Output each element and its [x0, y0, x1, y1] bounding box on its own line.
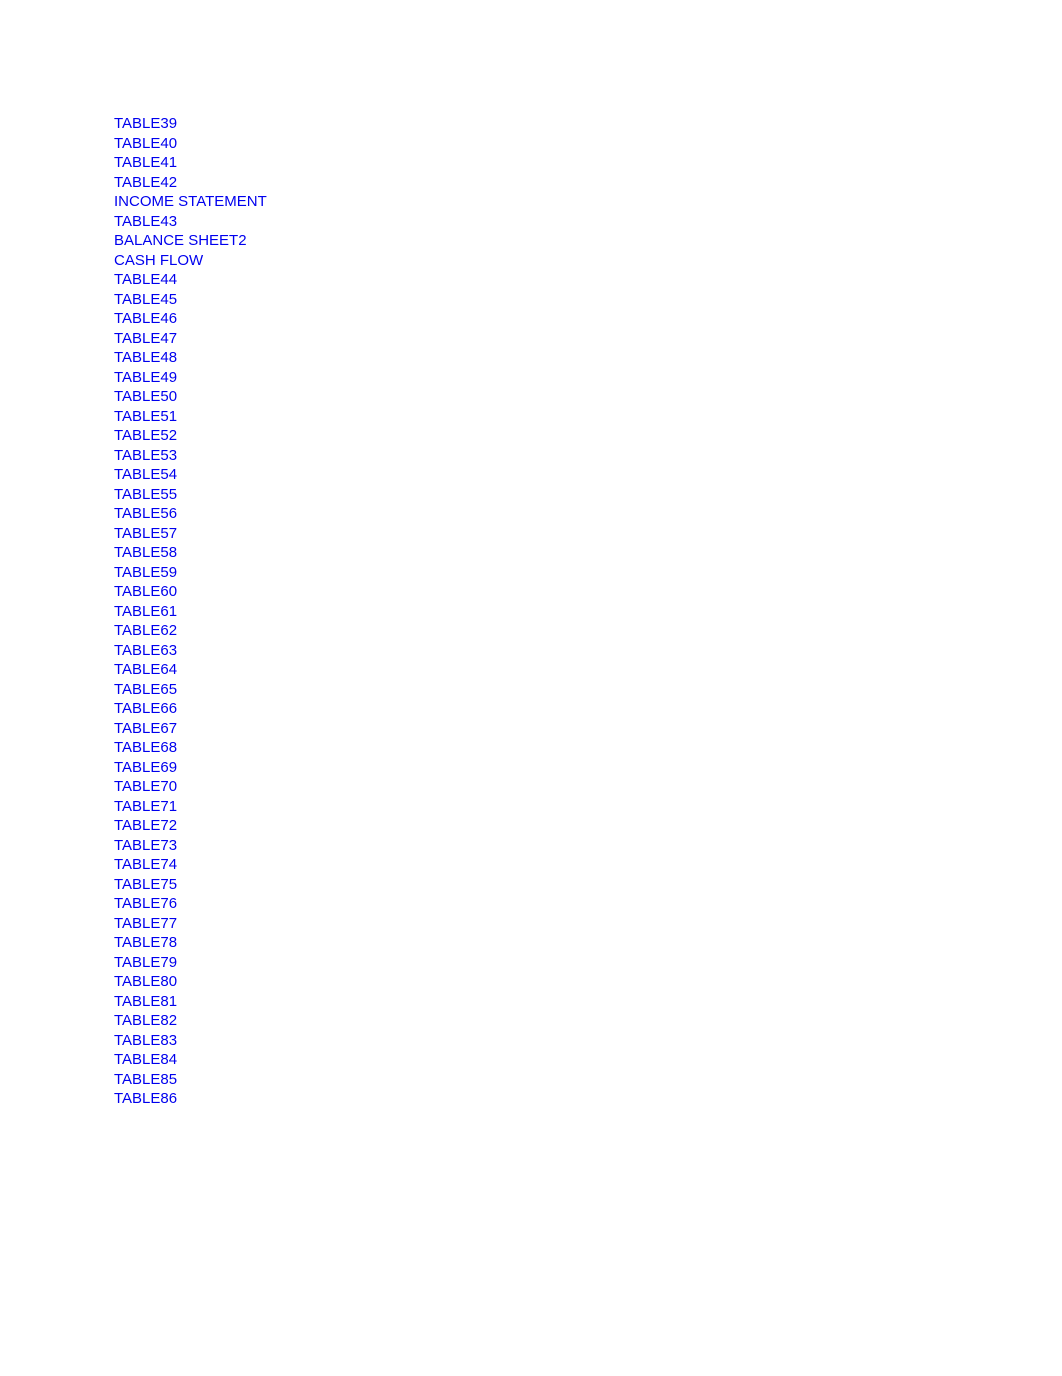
link-item[interactable]: TABLE57 [114, 524, 267, 544]
link-item[interactable]: TABLE73 [114, 836, 267, 856]
link-item[interactable]: TABLE62 [114, 621, 267, 641]
link-item[interactable]: TABLE45 [114, 290, 267, 310]
link-item[interactable]: TABLE84 [114, 1050, 267, 1070]
link-item[interactable]: TABLE72 [114, 816, 267, 836]
link-item[interactable]: TABLE43 [114, 212, 267, 232]
link-item[interactable]: TABLE61 [114, 602, 267, 622]
link-item[interactable]: TABLE71 [114, 797, 267, 817]
link-item[interactable]: TABLE65 [114, 680, 267, 700]
link-item[interactable]: TABLE40 [114, 134, 267, 154]
link-item[interactable]: TABLE66 [114, 699, 267, 719]
link-item[interactable]: TABLE41 [114, 153, 267, 173]
link-item[interactable]: TABLE56 [114, 504, 267, 524]
link-item[interactable]: TABLE50 [114, 387, 267, 407]
link-list: TABLE39TABLE40TABLE41TABLE42INCOME STATE… [114, 114, 267, 1109]
link-item[interactable]: TABLE80 [114, 972, 267, 992]
link-item[interactable]: TABLE77 [114, 914, 267, 934]
link-item[interactable]: TABLE75 [114, 875, 267, 895]
link-item[interactable]: TABLE78 [114, 933, 267, 953]
link-item[interactable]: TABLE70 [114, 777, 267, 797]
link-item[interactable]: TABLE47 [114, 329, 267, 349]
link-item[interactable]: TABLE82 [114, 1011, 267, 1031]
link-item[interactable]: TABLE42 [114, 173, 267, 193]
link-item[interactable]: TABLE86 [114, 1089, 267, 1109]
link-item[interactable]: TABLE63 [114, 641, 267, 661]
link-item[interactable]: TABLE39 [114, 114, 267, 134]
link-item[interactable]: TABLE58 [114, 543, 267, 563]
link-item[interactable]: CASH FLOW [114, 251, 267, 271]
link-item[interactable]: TABLE52 [114, 426, 267, 446]
link-item[interactable]: TABLE68 [114, 738, 267, 758]
link-item[interactable]: TABLE69 [114, 758, 267, 778]
link-item[interactable]: TABLE51 [114, 407, 267, 427]
link-item[interactable]: TABLE59 [114, 563, 267, 583]
link-item[interactable]: TABLE79 [114, 953, 267, 973]
link-item[interactable]: TABLE53 [114, 446, 267, 466]
link-item[interactable]: TABLE76 [114, 894, 267, 914]
link-item[interactable]: TABLE81 [114, 992, 267, 1012]
link-item[interactable]: TABLE49 [114, 368, 267, 388]
link-item[interactable]: TABLE85 [114, 1070, 267, 1090]
link-item[interactable]: TABLE64 [114, 660, 267, 680]
link-item[interactable]: TABLE55 [114, 485, 267, 505]
link-item[interactable]: TABLE54 [114, 465, 267, 485]
link-item[interactable]: TABLE74 [114, 855, 267, 875]
link-item[interactable]: TABLE46 [114, 309, 267, 329]
link-item[interactable]: TABLE83 [114, 1031, 267, 1051]
link-item[interactable]: TABLE67 [114, 719, 267, 739]
link-item[interactable]: TABLE60 [114, 582, 267, 602]
link-item[interactable]: INCOME STATEMENT [114, 192, 267, 212]
link-item[interactable]: BALANCE SHEET2 [114, 231, 267, 251]
link-item[interactable]: TABLE48 [114, 348, 267, 368]
link-item[interactable]: TABLE44 [114, 270, 267, 290]
